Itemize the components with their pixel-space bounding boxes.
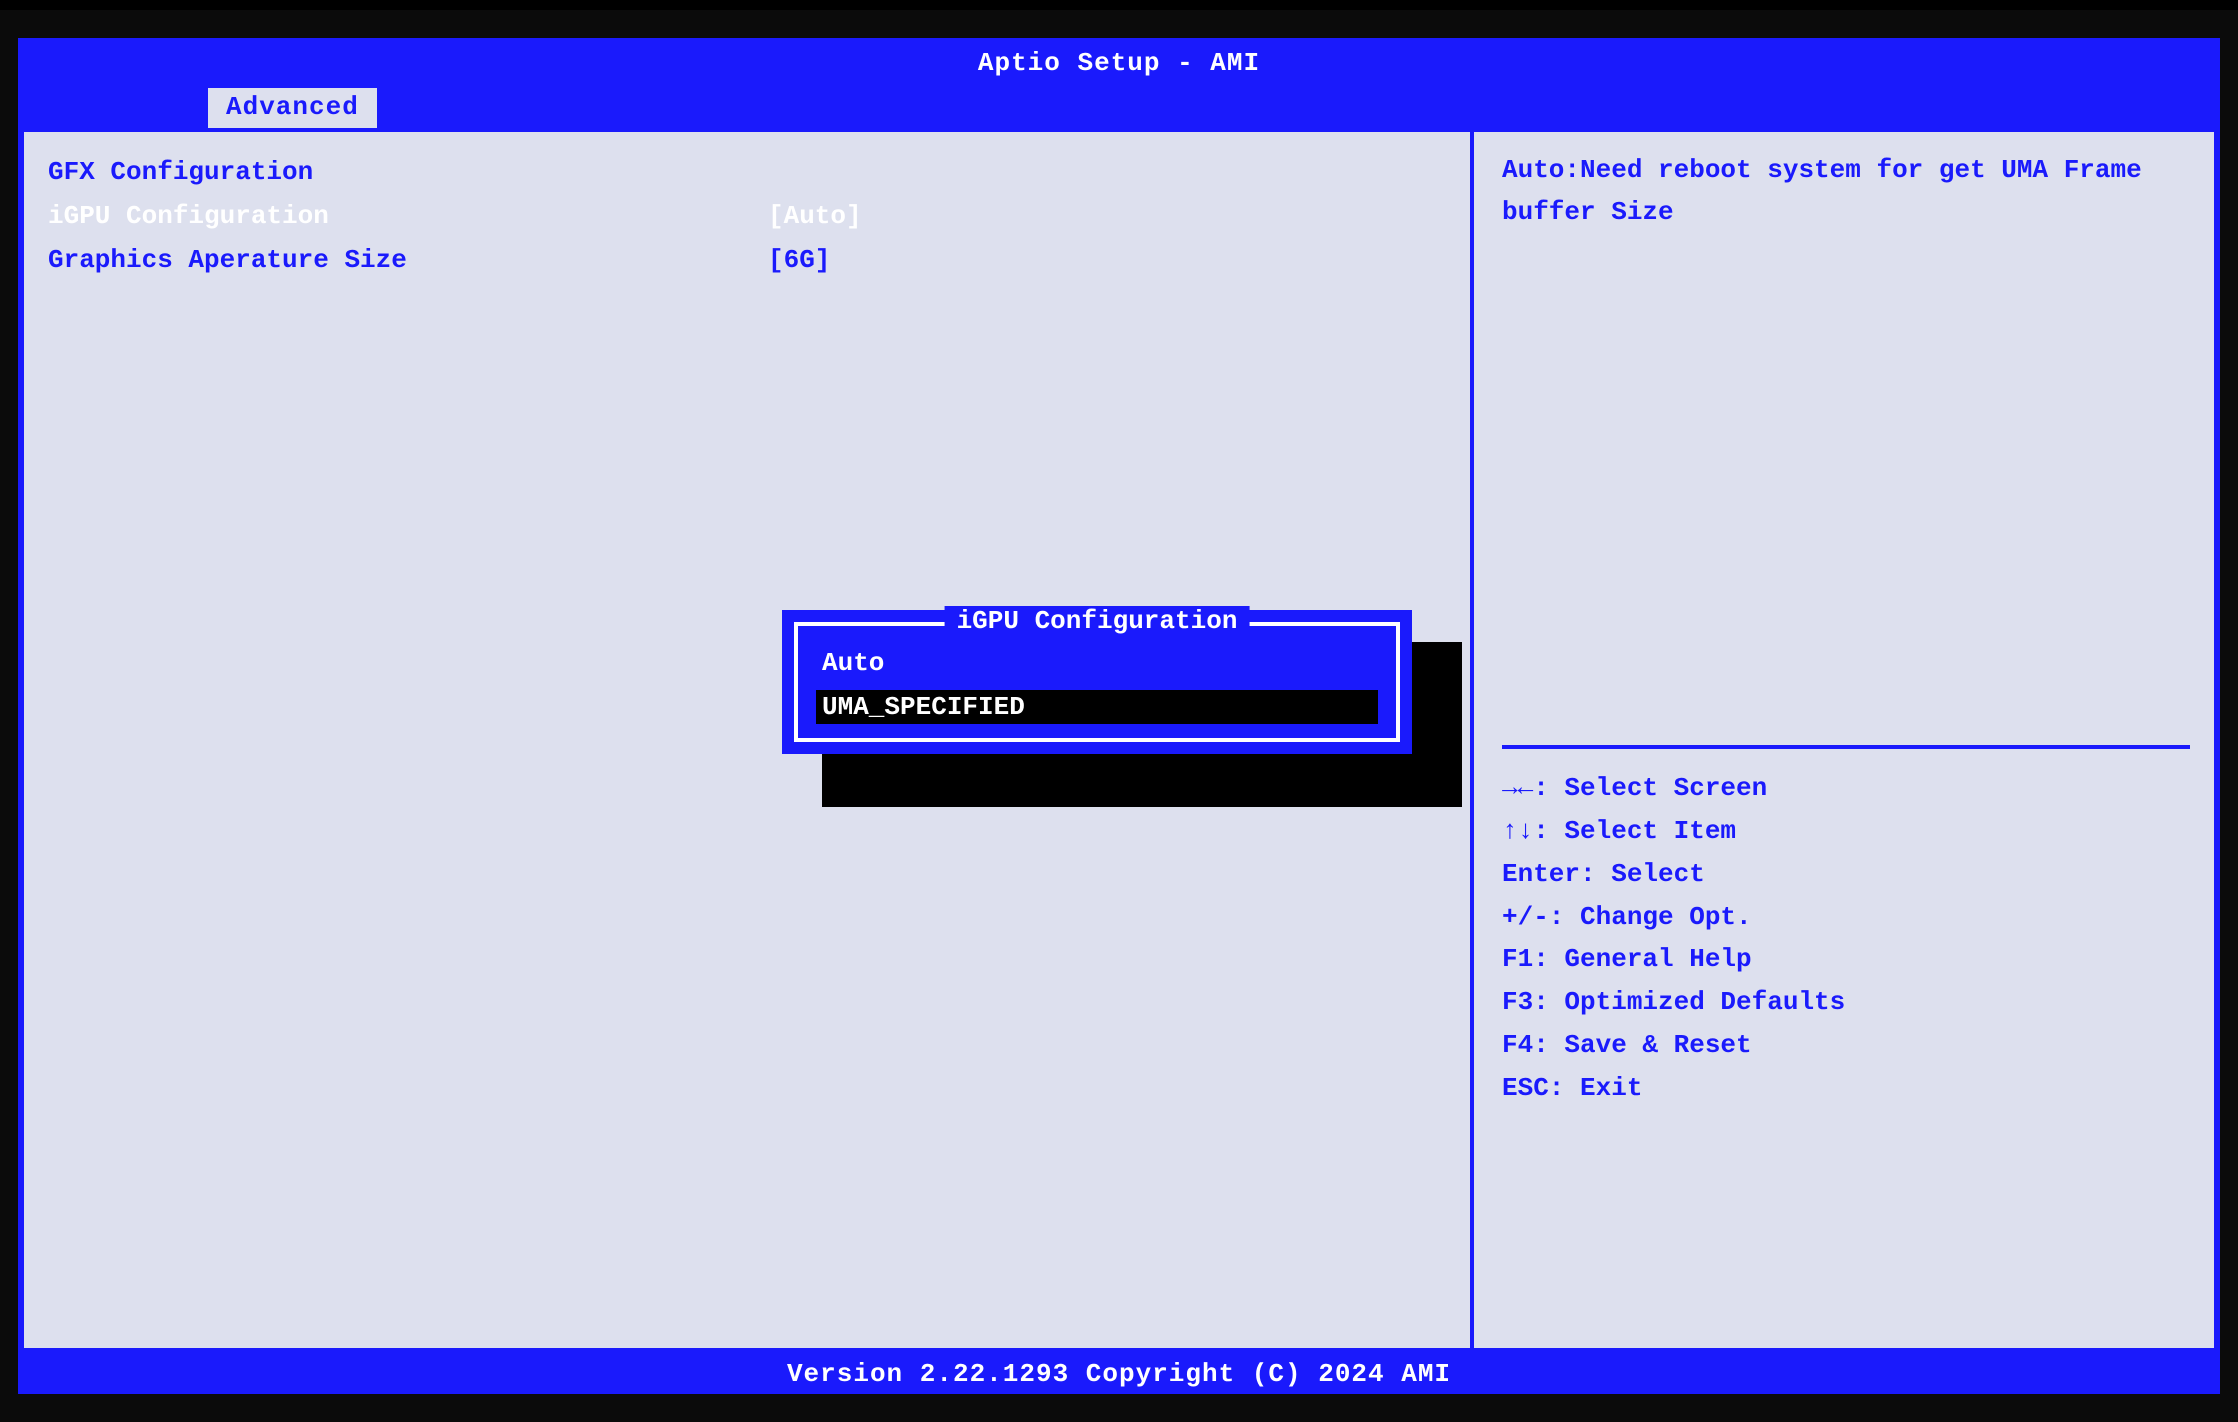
key-enter-select: Enter: Select (1502, 853, 2190, 896)
setting-label: iGPU Configuration (48, 201, 768, 231)
title-bar: Aptio Setup - AMI (18, 38, 2220, 88)
key-optimized-defaults: F3: Optimized Defaults (1502, 981, 2190, 1024)
key-save-reset: F4: Save & Reset (1502, 1024, 2190, 1067)
popup-option-uma-specified[interactable]: UMA_SPECIFIED (816, 690, 1378, 724)
tab-row: Advanced (18, 88, 2220, 132)
popup-option-label: UMA_SPECIFIED (822, 692, 1025, 722)
bios-frame: Aptio Setup - AMI Advanced GFX Configura… (18, 38, 2220, 1394)
key-esc-exit: ESC: Exit (1502, 1067, 2190, 1110)
setting-label: Graphics Aperature Size (48, 245, 768, 275)
key-select-item: ↑↓: Select Item (1502, 810, 2190, 853)
key-help-list: →←: Select Screen ↑↓: Select Item Enter:… (1502, 745, 2190, 1110)
setting-value: [Auto] (768, 201, 862, 231)
key-select-screen: →←: Select Screen (1502, 767, 2190, 810)
popup-option-label: Auto (822, 648, 884, 678)
tab-advanced[interactable]: Advanced (208, 88, 377, 128)
section-heading: GFX Configuration (48, 150, 1446, 194)
tab-label: Advanced (226, 92, 359, 122)
setting-igpu-configuration[interactable]: iGPU Configuration [Auto] (48, 194, 1446, 238)
help-text: Auto:Need reboot system for get UMA Fram… (1502, 150, 2190, 233)
popup-option-auto[interactable]: Auto (816, 646, 1378, 680)
content-area: GFX Configuration iGPU Configuration [Au… (18, 132, 2220, 1354)
bios-screen: Aptio Setup - AMI Advanced GFX Configura… (0, 10, 2238, 1422)
section-heading-text: GFX Configuration (48, 157, 768, 187)
setting-value: [6G] (768, 245, 830, 275)
footer-bar: Version 2.22.1293 Copyright (C) 2024 AMI (18, 1354, 2220, 1394)
key-general-help: F1: General Help (1502, 938, 2190, 981)
popup-inner: iGPU Configuration Auto UMA_SPECIFIED (794, 622, 1400, 742)
popup-igpu-configuration: iGPU Configuration Auto UMA_SPECIFIED (782, 610, 1412, 754)
help-panel: Auto:Need reboot system for get UMA Fram… (1478, 132, 2214, 1348)
popup-title: iGPU Configuration (945, 606, 1250, 636)
setting-graphics-aperature-size[interactable]: Graphics Aperature Size [6G] (48, 238, 1446, 282)
key-change-opt: +/-: Change Opt. (1502, 896, 2190, 939)
footer-text: Version 2.22.1293 Copyright (C) 2024 AMI (787, 1359, 1451, 1389)
app-title: Aptio Setup - AMI (978, 48, 1260, 78)
